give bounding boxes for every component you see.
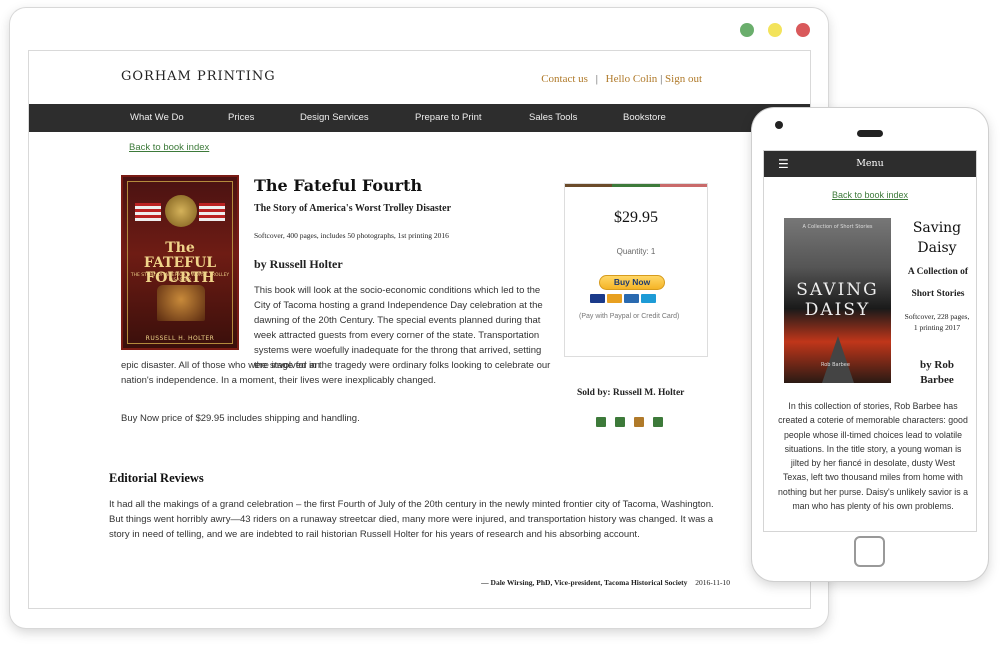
signout-link[interactable]: Sign out <box>665 73 702 85</box>
trolley-illustration <box>157 285 205 321</box>
review-credit: — Dale Wirsing, PhD, Vice-president, Tac… <box>481 578 730 587</box>
quantity: Quantity: 1 <box>616 247 656 256</box>
window-controls <box>740 23 810 37</box>
facebook-icon[interactable] <box>596 417 606 427</box>
buy-note: Buy Now price of $29.95 includes shippin… <box>121 413 360 424</box>
share-icons <box>596 417 663 427</box>
amex-icon <box>624 294 639 303</box>
accent-segment <box>565 184 613 187</box>
computer-icon[interactable] <box>653 417 663 427</box>
card-accent-bar <box>565 184 707 187</box>
book-author: by Russell Holter <box>254 257 343 271</box>
window-dot-red[interactable] <box>796 23 810 37</box>
mobile-book-title: Saving Daisy <box>912 220 962 256</box>
hello-user-link[interactable]: Hello Colin <box>606 73 658 85</box>
nav-prepare-to-print[interactable]: Prepare to Print <box>415 112 482 123</box>
visa-icon <box>590 294 605 303</box>
link-separator: | <box>660 73 663 85</box>
main-nav: What We Do Prices Design Services Prepar… <box>29 104 810 132</box>
book-meta: Softcover, 400 pages, includes 50 photog… <box>254 231 449 240</box>
cover-subtitle: THE STORY OF AMERICA'S WORST TROLLEY DIS… <box>130 273 230 283</box>
mobile-book-cover[interactable]: A Collection of Short Stories SAVING DAI… <box>784 218 891 383</box>
window-dot-green[interactable] <box>740 23 754 37</box>
accent-segment <box>659 184 707 187</box>
book-title: The Fateful Fourth <box>254 176 423 195</box>
price: $29.95 <box>614 209 658 226</box>
paypal-note: (Pay with Paypal or Credit Card) <box>579 313 680 320</box>
website-viewport: GORHAM PRINTING Contact us | Hello Colin… <box>28 50 811 609</box>
book-subtitle: The Story of America's Worst Trolley Dis… <box>254 203 452 214</box>
cover-title-line1: The <box>165 240 195 256</box>
mobile-cover-author: Rob Barbee <box>821 362 850 368</box>
nav-bookstore[interactable]: Bookstore <box>623 112 666 123</box>
contact-link[interactable]: Contact us <box>541 73 588 85</box>
nav-design-services[interactable]: Design Services <box>300 112 369 123</box>
nav-prices[interactable]: Prices <box>228 112 254 123</box>
review-text: It had all the makings of a grand celebr… <box>109 499 714 540</box>
account-links: Contact us | Hello Colin | Sign out <box>541 73 702 85</box>
road-illustration <box>822 336 854 383</box>
home-button[interactable] <box>854 536 885 567</box>
cover-author: RUSSELL H. HOLTER <box>145 335 215 342</box>
mobile-menu-label[interactable]: Menu <box>764 158 976 169</box>
review-date: 2016-11-10 <box>695 578 730 587</box>
site-logo[interactable]: GORHAM PRINTING <box>121 69 276 84</box>
email-icon[interactable] <box>634 417 644 427</box>
accent-segment <box>612 184 660 187</box>
purchase-card: $29.95 Quantity: 1 Buy Now (Pay with Pay… <box>564 183 708 357</box>
mobile-cover-top: A Collection of Short Stories <box>802 224 873 230</box>
flag-right-icon <box>199 203 225 221</box>
reviews-heading: Editorial Reviews <box>109 471 204 485</box>
review-author: — Dale Wirsing, PhD, Vice-president, Tac… <box>481 578 688 587</box>
mobile-book-author: by Rob Barbee <box>920 359 954 386</box>
phone-mockup: ☰ Menu Back to book index A Collection o… <box>752 108 988 581</box>
mastercard-icon <box>607 294 622 303</box>
payment-cards <box>590 294 656 303</box>
flag-left-icon <box>135 203 161 221</box>
mobile-nav-bar: ☰ Menu <box>764 151 976 177</box>
mobile-viewport: ☰ Menu Back to book index A Collection o… <box>763 150 977 532</box>
camera-icon <box>775 121 783 129</box>
mobile-book-meta: Softcover, 228 pages, 1 printing 2017 <box>904 312 970 332</box>
mobile-back-link[interactable]: Back to book index <box>764 190 976 200</box>
mobile-book-subtitle: A Collection of Short Stories <box>907 267 969 299</box>
medal-icon <box>165 195 197 227</box>
sold-by: Sold by: Russell M. Holter <box>577 388 685 398</box>
book-description-continued: epic disaster. All of those who were inv… <box>121 360 551 386</box>
mobile-book-description: In this collection of stories, Rob Barbe… <box>778 401 968 512</box>
nav-sales-tools[interactable]: Sales Tools <box>529 112 577 123</box>
window-dot-yellow[interactable] <box>768 23 782 37</box>
twitter-icon[interactable] <box>615 417 625 427</box>
mobile-cover-title: SAVING DAISY <box>796 280 879 320</box>
nav-what-we-do[interactable]: What We Do <box>130 112 184 123</box>
buy-now-button[interactable]: Buy Now <box>599 275 665 290</box>
book-cover-image[interactable]: The FATEFUL FOURTH THE STORY OF AMERICA'… <box>121 175 239 350</box>
back-to-index-link[interactable]: Back to book index <box>129 142 209 153</box>
browser-window: GORHAM PRINTING Contact us | Hello Colin… <box>10 8 828 628</box>
link-separator: | <box>595 73 598 85</box>
discover-icon <box>641 294 656 303</box>
speaker-icon <box>857 130 883 137</box>
